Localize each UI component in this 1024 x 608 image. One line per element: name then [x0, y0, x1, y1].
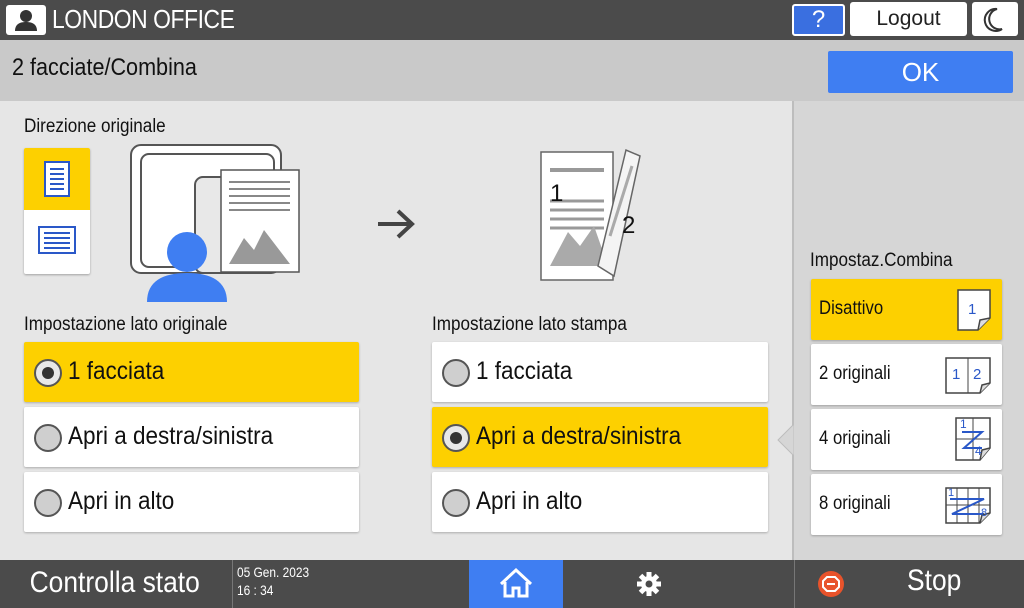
combine-option-label: 2 originali — [819, 363, 891, 384]
original-apri-in-alto-button[interactable]: Apri in alto — [24, 472, 359, 532]
combine-4-originali-button[interactable]: 4 originali 1 4 — [811, 409, 1002, 470]
moon-icon[interactable] — [972, 2, 1018, 36]
preview-page-1: 1 — [550, 180, 564, 207]
stop-icon — [818, 571, 844, 597]
landscape-orientation-button[interactable] — [24, 210, 90, 274]
radio-icon — [34, 359, 62, 387]
settings-button[interactable] — [604, 560, 694, 608]
print-1-facciata-button[interactable]: 1 facciata — [432, 342, 768, 402]
radio-icon — [442, 489, 470, 517]
option-label: Apri in alto — [476, 487, 583, 515]
office-name: LONDON OFFICE — [52, 4, 235, 34]
print-preview-icon: 1 2 — [538, 146, 648, 286]
scanner-illustration — [130, 144, 300, 302]
ok-button[interactable]: OK — [828, 51, 1013, 93]
radio-icon — [442, 424, 470, 452]
original-1-facciata-button[interactable]: 1 facciata — [24, 342, 359, 402]
combine-label: Impostaz.Combina — [810, 250, 953, 271]
user-icon[interactable] — [6, 5, 46, 35]
radio-icon — [34, 489, 62, 517]
original-apri-destra-sinistra-button[interactable]: Apri a destra/sinistra — [24, 407, 359, 467]
portrait-doc-icon — [44, 161, 70, 197]
combine-8-icon: 1 8 — [944, 485, 992, 525]
original-direction-label: Direzione originale — [24, 116, 166, 137]
check-status-button[interactable]: Controlla stato — [0, 560, 230, 608]
print-apri-destra-sinistra-button[interactable]: Apri a destra/sinistra — [432, 407, 768, 467]
date-time-display: 05 Gen. 2023 16 : 34 — [232, 560, 322, 608]
panel-pointer-icon — [777, 424, 794, 456]
arrow-right-icon — [378, 209, 415, 239]
combine-4-icon: 1 4 — [954, 416, 992, 462]
radio-icon — [442, 359, 470, 387]
print-apri-in-alto-button[interactable]: Apri in alto — [432, 472, 768, 532]
bottom-bar: Controlla stato 05 Gen. 2023 16 : 34 Sto… — [0, 560, 1024, 608]
original-side-label: Impostazione lato originale — [24, 314, 228, 335]
help-button[interactable]: ? — [792, 4, 845, 36]
print-side-label: Impostazione lato stampa — [432, 314, 627, 335]
stop-button[interactable]: Stop — [794, 560, 1024, 608]
combine-option-label: Disattivo — [819, 298, 884, 319]
title-bar: 2 facciate/Combina OK — [0, 40, 1024, 101]
combine-8-originali-button[interactable]: 8 originali 1 8 — [811, 474, 1002, 535]
landscape-doc-icon — [38, 226, 76, 254]
gear-icon — [637, 572, 661, 596]
orientation-selector — [24, 148, 90, 274]
portrait-orientation-button[interactable] — [24, 148, 90, 210]
page-title: 2 facciate/Combina — [12, 54, 197, 81]
stop-label: Stop — [907, 564, 962, 597]
logout-button[interactable]: Logout — [850, 2, 967, 36]
option-label: Apri a destra/sinistra — [476, 422, 682, 450]
option-label: Apri a destra/sinistra — [68, 422, 274, 450]
home-button[interactable] — [469, 560, 563, 608]
home-icon — [499, 567, 533, 598]
option-label: Apri in alto — [68, 487, 175, 515]
option-label: 1 facciata — [68, 357, 165, 385]
combine-2-icon: 1 2 — [944, 355, 992, 395]
top-bar: LONDON OFFICE ? Logout — [0, 0, 1024, 40]
preview-page-2: 2 — [622, 212, 636, 239]
combine-option-label: 8 originali — [819, 493, 891, 514]
combine-disattivo-button[interactable]: Disattivo 1 — [811, 279, 1002, 340]
page-1-icon: 1 — [956, 288, 992, 332]
option-label: 1 facciata — [476, 357, 573, 385]
combine-2-originali-button[interactable]: 2 originali 1 2 — [811, 344, 1002, 405]
radio-icon — [34, 424, 62, 452]
combine-option-label: 4 originali — [819, 428, 891, 449]
time-text: 16 : 34 — [237, 582, 274, 598]
date-text: 05 Gen. 2023 — [237, 564, 310, 580]
